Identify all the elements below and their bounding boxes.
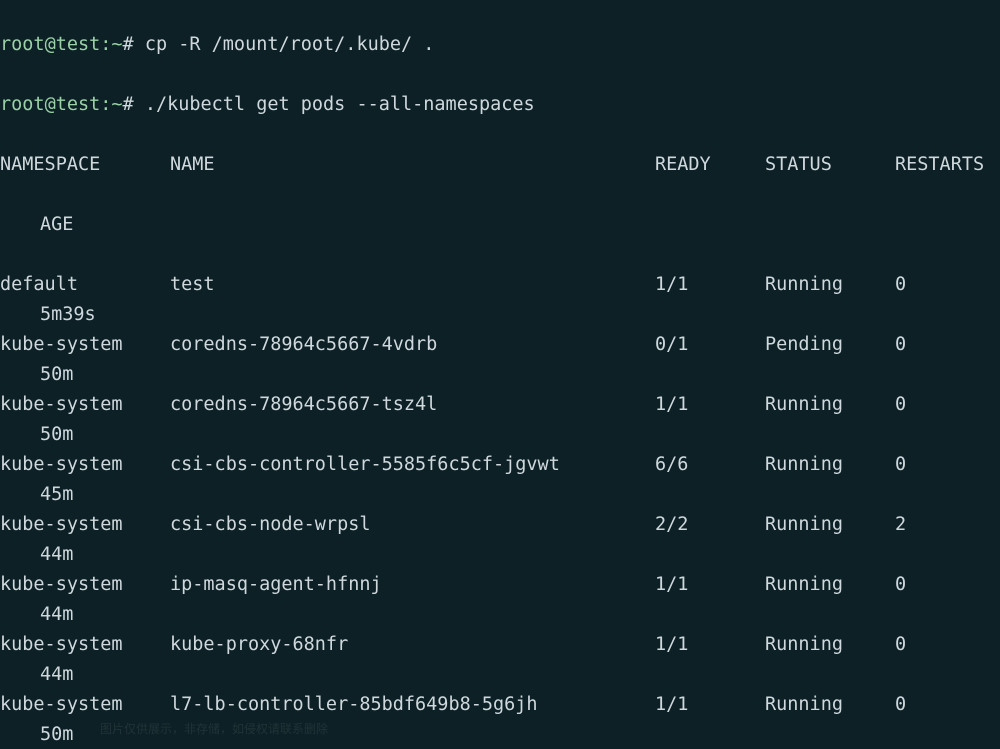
- cell-status: Pending: [765, 330, 895, 360]
- cell-name: ip-masq-agent-hfnnj: [170, 570, 655, 600]
- cell-ready: 1/1: [655, 690, 765, 720]
- prompt-symbol: #: [123, 34, 134, 55]
- table-row-age: 45m: [0, 480, 1000, 510]
- watermark-text: 图片仅供展示，非存储，如侵权请联系删除: [100, 714, 328, 744]
- cell-namespace: kube-system: [0, 450, 170, 480]
- cell-namespace: kube-system: [0, 510, 170, 540]
- prompt-path: ~: [111, 34, 122, 55]
- table-row-age: 44m: [0, 540, 1000, 570]
- table-row-age: 50m: [0, 420, 1000, 450]
- header-ready: READY: [655, 150, 765, 180]
- cell-restarts: 0: [895, 630, 906, 660]
- cell-name: csi-cbs-controller-5585f6c5cf-jgvwt: [170, 450, 655, 480]
- table-row: kube-systemkube-proxy-68nfr1/1Running0: [0, 630, 1000, 660]
- cell-name: test: [170, 270, 655, 300]
- cell-age: 44m: [40, 544, 73, 565]
- cell-ready: 1/1: [655, 390, 765, 420]
- cell-status: Running: [765, 510, 895, 540]
- cell-age: 50m: [40, 424, 73, 445]
- cell-namespace: default: [0, 270, 170, 300]
- table-row: kube-systemcsi-cbs-controller-5585f6c5cf…: [0, 450, 1000, 480]
- cell-ready: 1/1: [655, 270, 765, 300]
- table-row-age: 50m: [0, 360, 1000, 390]
- cell-ready: 6/6: [655, 450, 765, 480]
- cell-age: 44m: [40, 604, 73, 625]
- table-row: kube-systemcsi-cbs-node-wrpsl2/2Running2: [0, 510, 1000, 540]
- cell-name: coredns-78964c5667-tsz4l: [170, 390, 655, 420]
- table-row: kube-systemcoredns-78964c5667-tsz4l1/1Ru…: [0, 390, 1000, 420]
- command-text-2: ./kubectl get pods --all-namespaces: [145, 94, 535, 115]
- table-row-age: 44m: [0, 660, 1000, 690]
- cell-restarts: 0: [895, 390, 906, 420]
- cell-name: coredns-78964c5667-4vdrb: [170, 330, 655, 360]
- header-name: NAME: [170, 150, 655, 180]
- header-age: AGE: [40, 214, 73, 235]
- cell-name: csi-cbs-node-wrpsl: [170, 510, 655, 540]
- cell-restarts: 0: [895, 690, 906, 720]
- cell-status: Running: [765, 690, 895, 720]
- command-text-1: cp -R /mount/root/.kube/ .: [145, 34, 435, 55]
- table-header-row: NAMESPACENAMEREADYSTATUSRESTARTS: [0, 150, 1000, 180]
- cell-status: Running: [765, 450, 895, 480]
- cell-restarts: 0: [895, 570, 906, 600]
- prompt-user: root: [0, 34, 45, 55]
- cell-status: Running: [765, 270, 895, 300]
- cell-namespace: kube-system: [0, 630, 170, 660]
- cell-namespace: kube-system: [0, 390, 170, 420]
- cell-ready: 1/1: [655, 570, 765, 600]
- cell-age: 50m: [40, 724, 73, 745]
- terminal-output[interactable]: root@test:~# cp -R /mount/root/.kube/ . …: [0, 0, 1000, 749]
- cell-name: kube-proxy-68nfr: [170, 630, 655, 660]
- cell-age: 50m: [40, 364, 73, 385]
- cell-status: Running: [765, 570, 895, 600]
- cell-restarts: 2: [895, 510, 906, 540]
- cell-age: 5m39s: [40, 304, 96, 325]
- table-header-age-row: AGE: [0, 210, 1000, 240]
- table-row: kube-systemip-masq-agent-hfnnj1/1Running…: [0, 570, 1000, 600]
- cell-ready: 2/2: [655, 510, 765, 540]
- cell-status: Running: [765, 630, 895, 660]
- cell-age: 44m: [40, 664, 73, 685]
- cell-restarts: 0: [895, 450, 906, 480]
- header-restarts: RESTARTS: [895, 150, 984, 180]
- command-line-1: root@test:~# cp -R /mount/root/.kube/ .: [0, 30, 1000, 60]
- header-namespace: NAMESPACE: [0, 150, 170, 180]
- cell-ready: 0/1: [655, 330, 765, 360]
- cell-ready: 1/1: [655, 630, 765, 660]
- table-row: defaulttest1/1Running0: [0, 270, 1000, 300]
- cell-namespace: kube-system: [0, 570, 170, 600]
- cell-restarts: 0: [895, 270, 906, 300]
- cell-namespace: kube-system: [0, 330, 170, 360]
- table-row-age: 5m39s: [0, 300, 1000, 330]
- command-line-2: root@test:~# ./kubectl get pods --all-na…: [0, 90, 1000, 120]
- header-status: STATUS: [765, 150, 895, 180]
- cell-age: 45m: [40, 484, 73, 505]
- table-row-age: 44m: [0, 600, 1000, 630]
- cell-restarts: 0: [895, 330, 906, 360]
- cell-status: Running: [765, 390, 895, 420]
- table-row: kube-systemcoredns-78964c5667-4vdrb0/1Pe…: [0, 330, 1000, 360]
- prompt-host: test: [56, 34, 101, 55]
